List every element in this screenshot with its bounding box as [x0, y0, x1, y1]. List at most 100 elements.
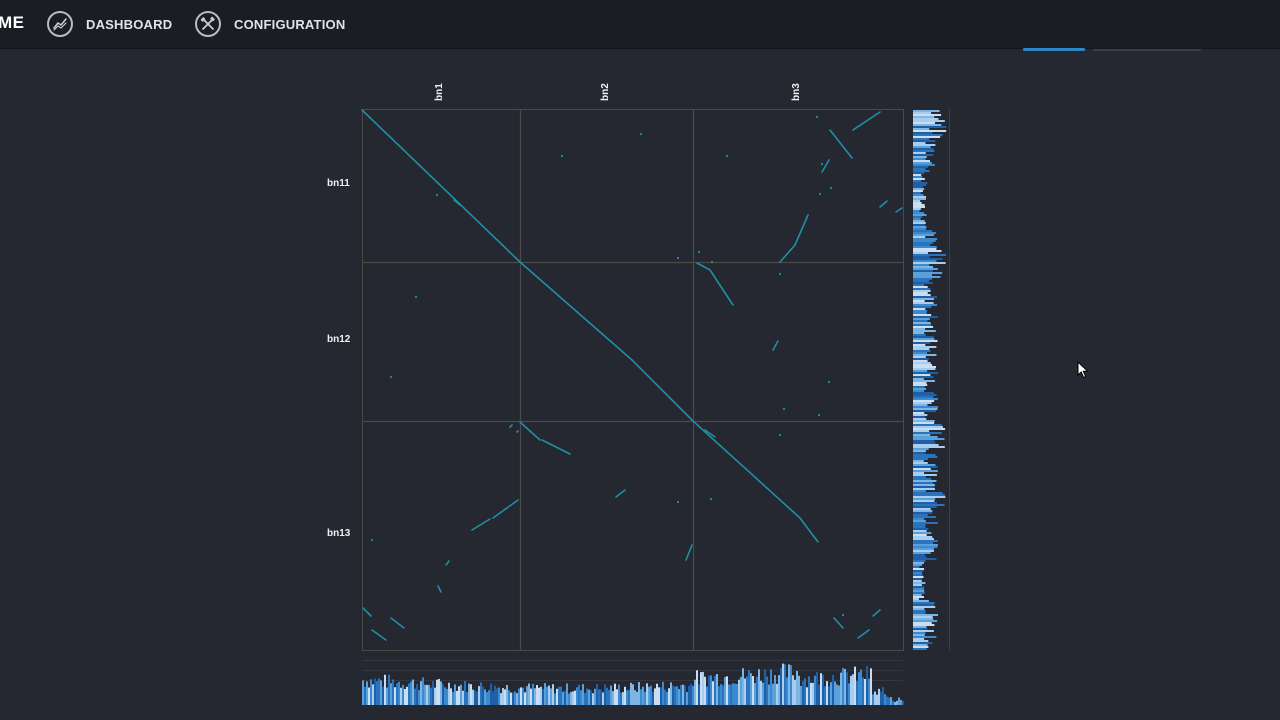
- histogram-bar: [468, 683, 470, 705]
- histogram-bar: [848, 683, 850, 705]
- histogram-bar: [492, 691, 494, 705]
- histogram-bar: [913, 422, 935, 424]
- histogram-bar: [900, 699, 902, 705]
- histogram-bar: [896, 700, 898, 705]
- histogram-bar: [913, 430, 930, 432]
- histogram-bar: [913, 360, 928, 362]
- histogram-bar: [913, 162, 932, 164]
- histogram-bar: [913, 520, 926, 522]
- histogram-bar: [913, 616, 933, 618]
- alignment-segment: [696, 262, 711, 271]
- histogram-bar: [913, 534, 927, 536]
- histogram-bar: [913, 142, 926, 144]
- histogram-bar: [913, 328, 926, 330]
- histogram-bar: [913, 554, 925, 556]
- histogram-bar: [700, 672, 702, 705]
- histogram-bar: [662, 681, 664, 705]
- histogram-bar: [530, 688, 532, 705]
- histogram-bar: [576, 687, 578, 705]
- histogram-bar: [888, 697, 890, 705]
- histogram-bar: [913, 374, 931, 376]
- histogram-bar: [913, 638, 925, 640]
- histogram-bar: [913, 452, 926, 454]
- histogram-bar: [564, 690, 566, 705]
- row-label-bn13: bn13: [327, 528, 351, 539]
- histogram-bar: [913, 570, 924, 572]
- histogram-bar: [876, 694, 878, 705]
- histogram-bar: [913, 600, 929, 602]
- histogram-bar: [913, 566, 920, 568]
- histogram-bar: [913, 138, 930, 140]
- histogram-bar: [913, 446, 945, 448]
- histogram-bar: [913, 478, 932, 480]
- alignment-dot: [815, 115, 819, 119]
- histogram-bar: [648, 686, 650, 705]
- histogram-bar: [913, 294, 931, 296]
- histogram-bar: [402, 684, 404, 705]
- histogram-bar: [913, 330, 936, 332]
- histogram-bar: [670, 682, 672, 705]
- histogram-bar: [913, 632, 926, 634]
- histogram-bar: [736, 683, 738, 705]
- histogram-bar: [913, 224, 926, 226]
- histogram-bar: [754, 682, 756, 705]
- histogram-bar: [740, 676, 742, 705]
- histogram-bar: [560, 686, 562, 705]
- alignment-segment: [709, 269, 734, 306]
- histogram-bar: [913, 230, 932, 232]
- histogram-bar: [390, 683, 392, 705]
- histogram-bar: [394, 687, 396, 705]
- histogram-bar: [913, 386, 925, 388]
- histogram-bar: [488, 690, 490, 705]
- alignment-segment: [362, 607, 372, 617]
- histogram-bar: [528, 683, 530, 705]
- histogram-bar: [836, 684, 838, 705]
- histogram-bar: [508, 690, 510, 705]
- histogram-bar: [382, 686, 384, 705]
- histogram-bar: [913, 646, 929, 648]
- histogram-bar: [913, 522, 938, 524]
- histogram-bar: [810, 682, 812, 705]
- histogram-bar: [726, 676, 728, 705]
- histogram-bar: [913, 550, 934, 552]
- histogram-bar: [913, 276, 941, 278]
- histogram-bar: [484, 689, 486, 705]
- histogram-bar: [580, 690, 582, 705]
- histogram-bar: [913, 192, 921, 194]
- histogram-bar: [913, 220, 925, 222]
- histogram-bar: [913, 426, 943, 428]
- histogram-bar: [894, 702, 896, 705]
- alignment-segment: [471, 518, 491, 531]
- histogram-bar: [826, 681, 828, 705]
- histogram-bar: [913, 502, 938, 504]
- histogram-bar: [913, 510, 933, 512]
- histogram-bar: [504, 689, 506, 705]
- histogram-bar: [622, 692, 624, 705]
- histogram-bar: [862, 677, 864, 705]
- histogram-bar: [732, 683, 734, 705]
- histogram-bar: [386, 687, 388, 705]
- histogram-bar: [913, 322, 931, 324]
- histogram-bar: [913, 622, 932, 624]
- histogram-bar: [913, 352, 928, 354]
- histogram-bar: [476, 691, 478, 705]
- histogram-bar: [913, 518, 925, 520]
- histogram-bar: [708, 675, 710, 705]
- histogram-bar: [913, 436, 938, 438]
- histogram-bar: [913, 184, 927, 186]
- histogram-bar: [812, 682, 814, 705]
- histogram-bar: [828, 686, 830, 705]
- histogram-bar: [486, 692, 488, 705]
- histogram-bar: [520, 687, 522, 705]
- histogram-bar: [490, 683, 492, 705]
- alignment-segment: [492, 499, 519, 519]
- histogram-bar: [913, 180, 922, 182]
- histogram-bar: [408, 683, 410, 705]
- histogram-bar: [913, 482, 933, 484]
- histogram-bar: [470, 684, 472, 705]
- histogram-bar: [913, 558, 937, 560]
- histogram-bar: [913, 506, 937, 508]
- histogram-bar: [584, 693, 586, 705]
- histogram-bar: [913, 648, 927, 650]
- histogram-bar: [832, 674, 834, 705]
